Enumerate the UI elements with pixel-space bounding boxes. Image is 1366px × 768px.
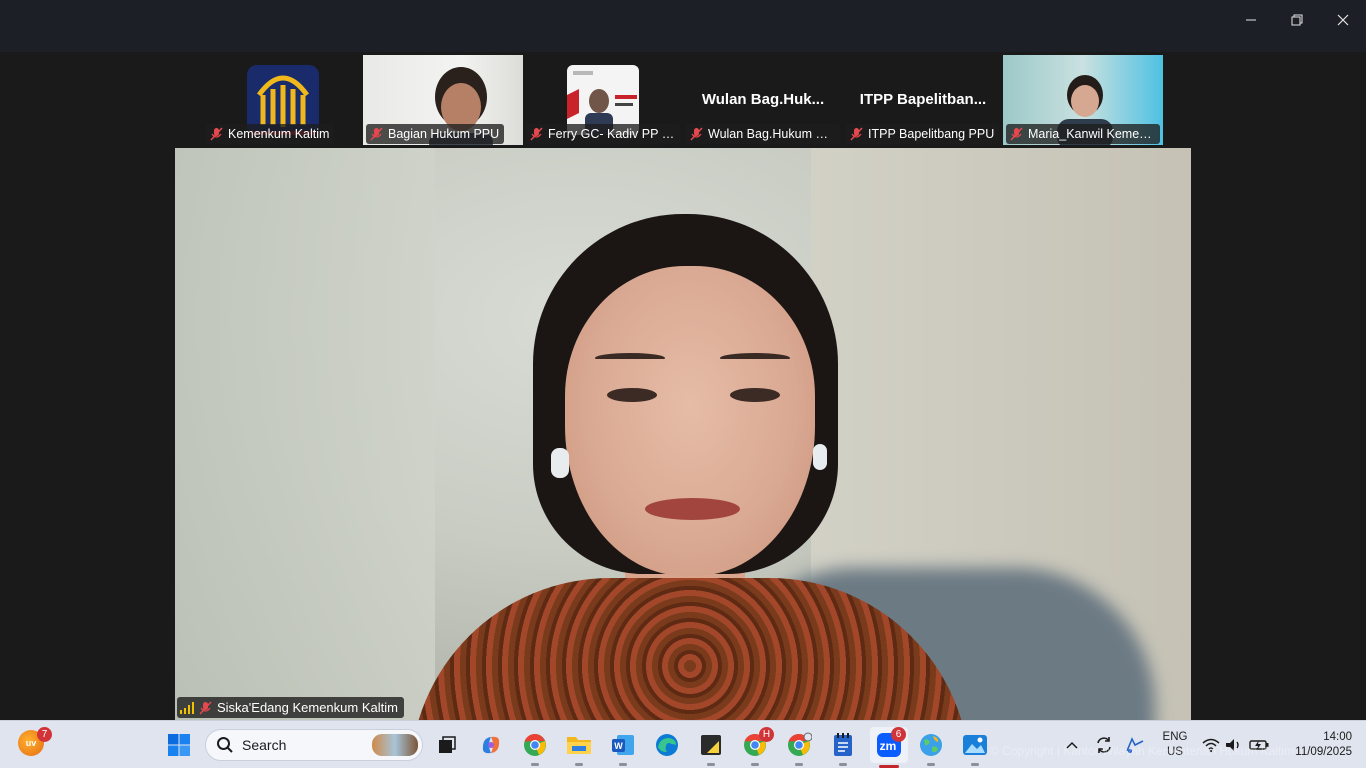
notepad-icon xyxy=(834,733,852,756)
close-button[interactable] xyxy=(1320,0,1366,40)
muted-mic-icon xyxy=(530,127,543,141)
participant-name: Bagian Hukum PPU xyxy=(388,127,500,141)
running-indicator xyxy=(619,763,627,766)
chrome-icon xyxy=(524,733,546,756)
participant-name: Ferry GC- Kadiv PP &... xyxy=(548,127,675,141)
task-view-button[interactable] xyxy=(431,729,463,761)
participant-name: Wulan Bag.Hukum Ka... xyxy=(708,127,835,141)
running-indicator xyxy=(839,763,847,766)
windows-icon xyxy=(168,734,190,756)
title-bar xyxy=(0,0,1366,52)
copilot-icon xyxy=(482,736,500,754)
taskbar-app-zoom[interactable]: zm 6 xyxy=(870,727,908,768)
taskbar-app-file-explorer[interactable] xyxy=(563,729,595,766)
minimize-button[interactable] xyxy=(1228,0,1274,40)
video-person-earbud xyxy=(551,448,569,478)
taskbar-app-sticky-notes[interactable] xyxy=(695,729,727,766)
muted-mic-icon xyxy=(690,127,703,141)
word-icon: W xyxy=(612,735,634,755)
taskbar-search[interactable]: Search xyxy=(205,729,423,761)
svg-text:W: W xyxy=(614,741,623,751)
globe-icon xyxy=(920,734,942,756)
running-indicator xyxy=(575,763,583,766)
watermark-text: © Copyright | Kantor Wilayah Kementerian… xyxy=(990,744,1295,758)
search-label: Search xyxy=(242,737,287,753)
muted-mic-icon xyxy=(370,127,383,141)
video-person-lips xyxy=(645,498,740,520)
language-code: ENG xyxy=(1162,731,1188,743)
participant-label: Kemenkum Kaltim xyxy=(206,124,335,144)
close-icon xyxy=(1337,14,1349,26)
active-speaker-name: Siska'Edang Kemenkum Kaltim xyxy=(217,700,398,715)
folder-icon xyxy=(567,737,591,754)
taskbar-app-photos[interactable] xyxy=(959,729,991,766)
search-highlight-image xyxy=(372,734,418,756)
muted-mic-icon xyxy=(850,127,863,141)
muted-mic-icon xyxy=(199,700,212,715)
video-person-eye xyxy=(607,388,657,402)
svg-text:zm: zm xyxy=(880,739,897,753)
video-person-brow xyxy=(595,353,665,363)
edge-icon xyxy=(656,734,678,756)
participant-display-name: ITPP Bapelitban... xyxy=(859,91,987,108)
taskbar-app-chrome-profile[interactable] xyxy=(519,729,551,766)
video-person-face xyxy=(565,266,815,576)
running-indicator xyxy=(927,763,935,766)
taskbar-app-word[interactable]: W xyxy=(607,729,639,766)
minimize-icon xyxy=(1246,19,1256,21)
participant-tile[interactable]: Ferry GC- Kadiv PP &... xyxy=(523,55,683,145)
task-view-icon xyxy=(439,736,456,753)
running-indicator xyxy=(751,763,759,766)
weather-widget[interactable]: uv 7 xyxy=(18,727,52,758)
participant-label: ITPP Bapelitbang PPU xyxy=(846,124,1000,144)
clock-time: 14:00 xyxy=(1323,731,1352,743)
signal-strength-icon xyxy=(180,701,194,714)
participant-tile[interactable]: Wulan Bag.Huk... Wulan Bag.Hukum Ka... xyxy=(683,55,843,145)
participant-name: Maria_Kanwil Kemenk... xyxy=(1028,127,1155,141)
participant-tile[interactable]: Bagian Hukum PPU xyxy=(363,55,523,145)
participant-label: Ferry GC- Kadiv PP &... xyxy=(526,124,680,144)
muted-mic-icon xyxy=(1010,127,1023,141)
video-background xyxy=(175,148,435,720)
video-person-brow xyxy=(720,353,790,363)
running-indicator xyxy=(971,763,979,766)
participant-tile[interactable]: Kemenkum Kaltim xyxy=(203,55,363,145)
taskbar-app-notepad[interactable] xyxy=(827,729,859,766)
participant-tile[interactable]: Maria_Kanwil Kemenk... xyxy=(1003,55,1163,145)
participant-name: ITPP Bapelitbang PPU xyxy=(868,127,995,141)
video-person-earbud xyxy=(813,444,827,470)
photos-icon xyxy=(963,735,987,755)
participant-label: Maria_Kanwil Kemenk... xyxy=(1006,124,1160,144)
taskbar-app-chrome-h[interactable]: H xyxy=(739,727,774,766)
taskbar-app-copilot[interactable] xyxy=(475,729,507,761)
participant-name: Kemenkum Kaltim xyxy=(228,127,330,141)
start-button[interactable] xyxy=(163,729,195,761)
sticky-notes-icon xyxy=(701,735,721,755)
active-speaker-video[interactable]: Siska'Edang Kemenkum Kaltim xyxy=(175,148,1191,720)
zoom-meeting-window: Kemenkum Kaltim Bagian Hukum PPU Ferry G… xyxy=(0,0,1366,768)
weather-badge: 7 xyxy=(37,727,52,742)
participant-display-name: Wulan Bag.Huk... xyxy=(701,91,825,108)
participant-tile[interactable]: ITPP Bapelitban... ITPP Bapelitbang PPU xyxy=(843,55,1003,145)
running-indicator xyxy=(531,763,539,766)
restore-button[interactable] xyxy=(1274,0,1320,40)
participant-label: Bagian Hukum PPU xyxy=(366,124,505,144)
chrome-icon xyxy=(788,732,812,756)
taskbar-app-edge[interactable] xyxy=(651,729,683,761)
active-speaker-label: Siska'Edang Kemenkum Kaltim xyxy=(177,697,404,718)
taskbar-app-maps[interactable] xyxy=(915,729,947,766)
running-indicator xyxy=(707,763,715,766)
chrome-profile-badge: H xyxy=(759,727,774,742)
zoom-notification-badge: 6 xyxy=(891,727,906,742)
video-person-eye xyxy=(730,388,780,402)
participant-label: Wulan Bag.Hukum Ka... xyxy=(686,124,840,144)
muted-mic-icon xyxy=(210,127,223,141)
restore-icon xyxy=(1291,14,1303,26)
running-indicator xyxy=(795,763,803,766)
search-icon xyxy=(217,737,233,753)
taskbar-app-chrome-2[interactable] xyxy=(783,729,815,766)
participant-strip: Kemenkum Kaltim Bagian Hukum PPU Ferry G… xyxy=(0,52,1366,148)
